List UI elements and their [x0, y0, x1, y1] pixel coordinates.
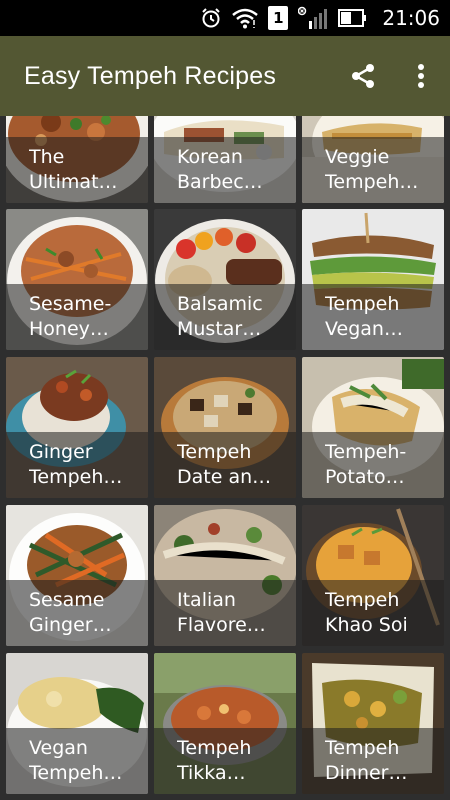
recipe-caption: Balsamic Mustar…	[154, 284, 296, 350]
more-vert-icon	[418, 64, 424, 88]
overflow-menu-button[interactable]	[392, 36, 450, 116]
recipe-tile[interactable]: Veggie Tempeh…	[302, 116, 444, 203]
recipe-caption: Sesame- Honey…	[6, 284, 148, 350]
recipe-tile[interactable]: Sesame Ginger…	[6, 505, 148, 646]
recipe-tile[interactable]: Balsamic Mustar…	[154, 209, 296, 350]
recipe-tile[interactable]: Sesame- Honey…	[6, 209, 148, 350]
recipe-tile[interactable]: Tempeh Vegan…	[302, 209, 444, 350]
recipe-tile[interactable]: Vegan Tempeh…	[6, 653, 148, 794]
recipe-tile[interactable]: Tempeh- Potato…	[302, 357, 444, 498]
recipe-caption: Ginger Tempeh…	[6, 432, 148, 498]
recipe-tile[interactable]: Tempeh Khao Soi	[302, 505, 444, 646]
alarm-icon	[200, 7, 222, 29]
clock: 21:06	[382, 6, 440, 30]
recipe-caption: Tempeh Tikka…	[154, 728, 296, 794]
recipe-caption: Korean Barbec…	[154, 137, 296, 203]
recipe-tile[interactable]: Tempeh Date an…	[154, 357, 296, 498]
recipe-caption: Vegan Tempeh…	[6, 728, 148, 794]
recipe-caption: Veggie Tempeh…	[302, 137, 444, 203]
signal-icon	[298, 6, 328, 30]
app-title: Easy Tempeh Recipes	[24, 61, 277, 90]
recipe-caption: Italian Flavore…	[154, 580, 296, 646]
recipe-caption: Tempeh Khao Soi	[302, 580, 444, 646]
recipe-caption: Tempeh Date an…	[154, 432, 296, 498]
sim-1-icon: 1	[268, 6, 289, 30]
recipe-caption: Tempeh Dinner…	[302, 728, 444, 794]
recipe-caption: Tempeh Vegan…	[302, 284, 444, 350]
app-bar: Easy Tempeh Recipes	[0, 36, 450, 116]
recipe-caption: The Ultimat…	[6, 137, 148, 203]
recipe-caption: Sesame Ginger…	[6, 580, 148, 646]
recipe-tile[interactable]: The Ultimat…	[6, 116, 148, 203]
recipe-tile[interactable]: Korean Barbec…	[154, 116, 296, 203]
recipe-tile[interactable]: Tempeh Dinner…	[302, 653, 444, 794]
recipe-caption: Tempeh- Potato…	[302, 432, 444, 498]
wifi-icon	[232, 7, 259, 29]
recipe-tile[interactable]: Italian Flavore…	[154, 505, 296, 646]
recipe-grid[interactable]: The Ultimat… Korean Barbec… Veggie Tempeh… …	[0, 116, 450, 800]
battery-icon	[338, 7, 368, 29]
status-bar: 1 21:06	[0, 0, 450, 36]
share-button[interactable]	[334, 36, 392, 116]
recipe-tile[interactable]: Ginger Tempeh…	[6, 357, 148, 498]
share-icon	[352, 64, 374, 88]
recipe-tile[interactable]: Tempeh Tikka…	[154, 653, 296, 794]
